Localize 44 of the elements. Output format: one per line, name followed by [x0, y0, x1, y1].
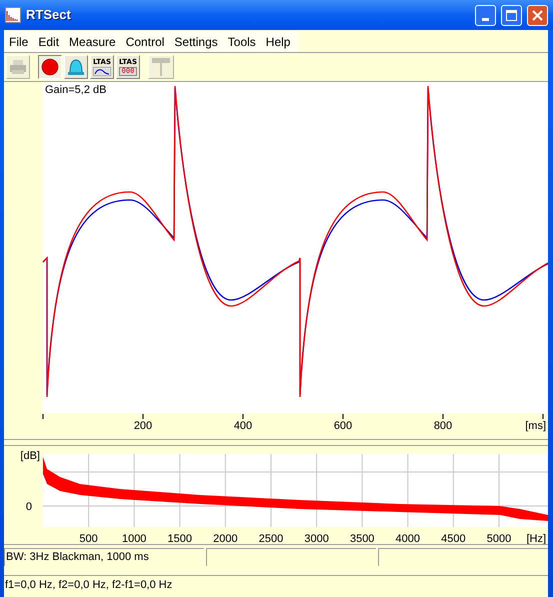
- axis-label: 5000: [486, 533, 512, 544]
- axis-label: 500: [79, 533, 98, 544]
- axis-label: 2500: [258, 533, 284, 544]
- axis-label: 200: [134, 420, 152, 432]
- status-readout: f1=0,0 Hz, f2=0,0 Hz, f2-f1=0,0 Hz: [4, 578, 172, 594]
- axis-label: 0: [26, 501, 32, 513]
- axis-label: 4500: [441, 533, 466, 544]
- close-icon: [532, 10, 543, 20]
- menu-item[interactable]: Help: [260, 31, 296, 52]
- menu-item[interactable]: Settings: [169, 31, 223, 52]
- axis-unit: [ms]: [525, 420, 546, 432]
- splitter-bar[interactable]: [4, 439, 548, 446]
- pin-icon: [150, 57, 172, 77]
- minimize-button[interactable]: [475, 4, 496, 26]
- close-button[interactable]: [527, 4, 548, 26]
- axis-label: 400: [234, 420, 252, 432]
- app-icon: [5, 7, 21, 23]
- axis-label: 1000: [122, 533, 146, 544]
- menu-item[interactable]: File: [4, 31, 34, 52]
- menu-item[interactable]: Edit: [33, 31, 64, 52]
- axis-label: 800: [434, 420, 452, 432]
- gain-label: Gain=5,2 dB: [45, 84, 106, 96]
- axis-label: 3000: [304, 533, 329, 544]
- axis-unit: [Hz]: [526, 533, 546, 544]
- curve-icon: [93, 66, 111, 76]
- axis-unit: [dB]: [20, 450, 40, 462]
- bell-button[interactable]: [64, 55, 88, 79]
- axis-label: 1500: [168, 533, 192, 544]
- status-pane: BW: 3Hz Blackman, 1000 ms: [4, 548, 204, 566]
- minimize-icon: [482, 18, 489, 20]
- menu-item[interactable]: Control: [120, 31, 170, 52]
- record-icon: [41, 58, 59, 76]
- bell-icon: [66, 58, 86, 76]
- axis-label: 3500: [350, 533, 374, 544]
- axis-label: 4000: [396, 533, 420, 544]
- maximize-icon: [506, 10, 517, 20]
- menu-item[interactable]: Tools: [222, 31, 261, 52]
- record-button[interactable]: [38, 55, 62, 79]
- maximize-button[interactable]: [501, 4, 522, 26]
- printer-icon: [9, 59, 27, 75]
- axis-label: 600: [334, 420, 352, 432]
- axis-label: 2000: [213, 533, 238, 544]
- menu-item[interactable]: Measure: [64, 31, 121, 52]
- window-title: RTSect: [26, 6, 72, 24]
